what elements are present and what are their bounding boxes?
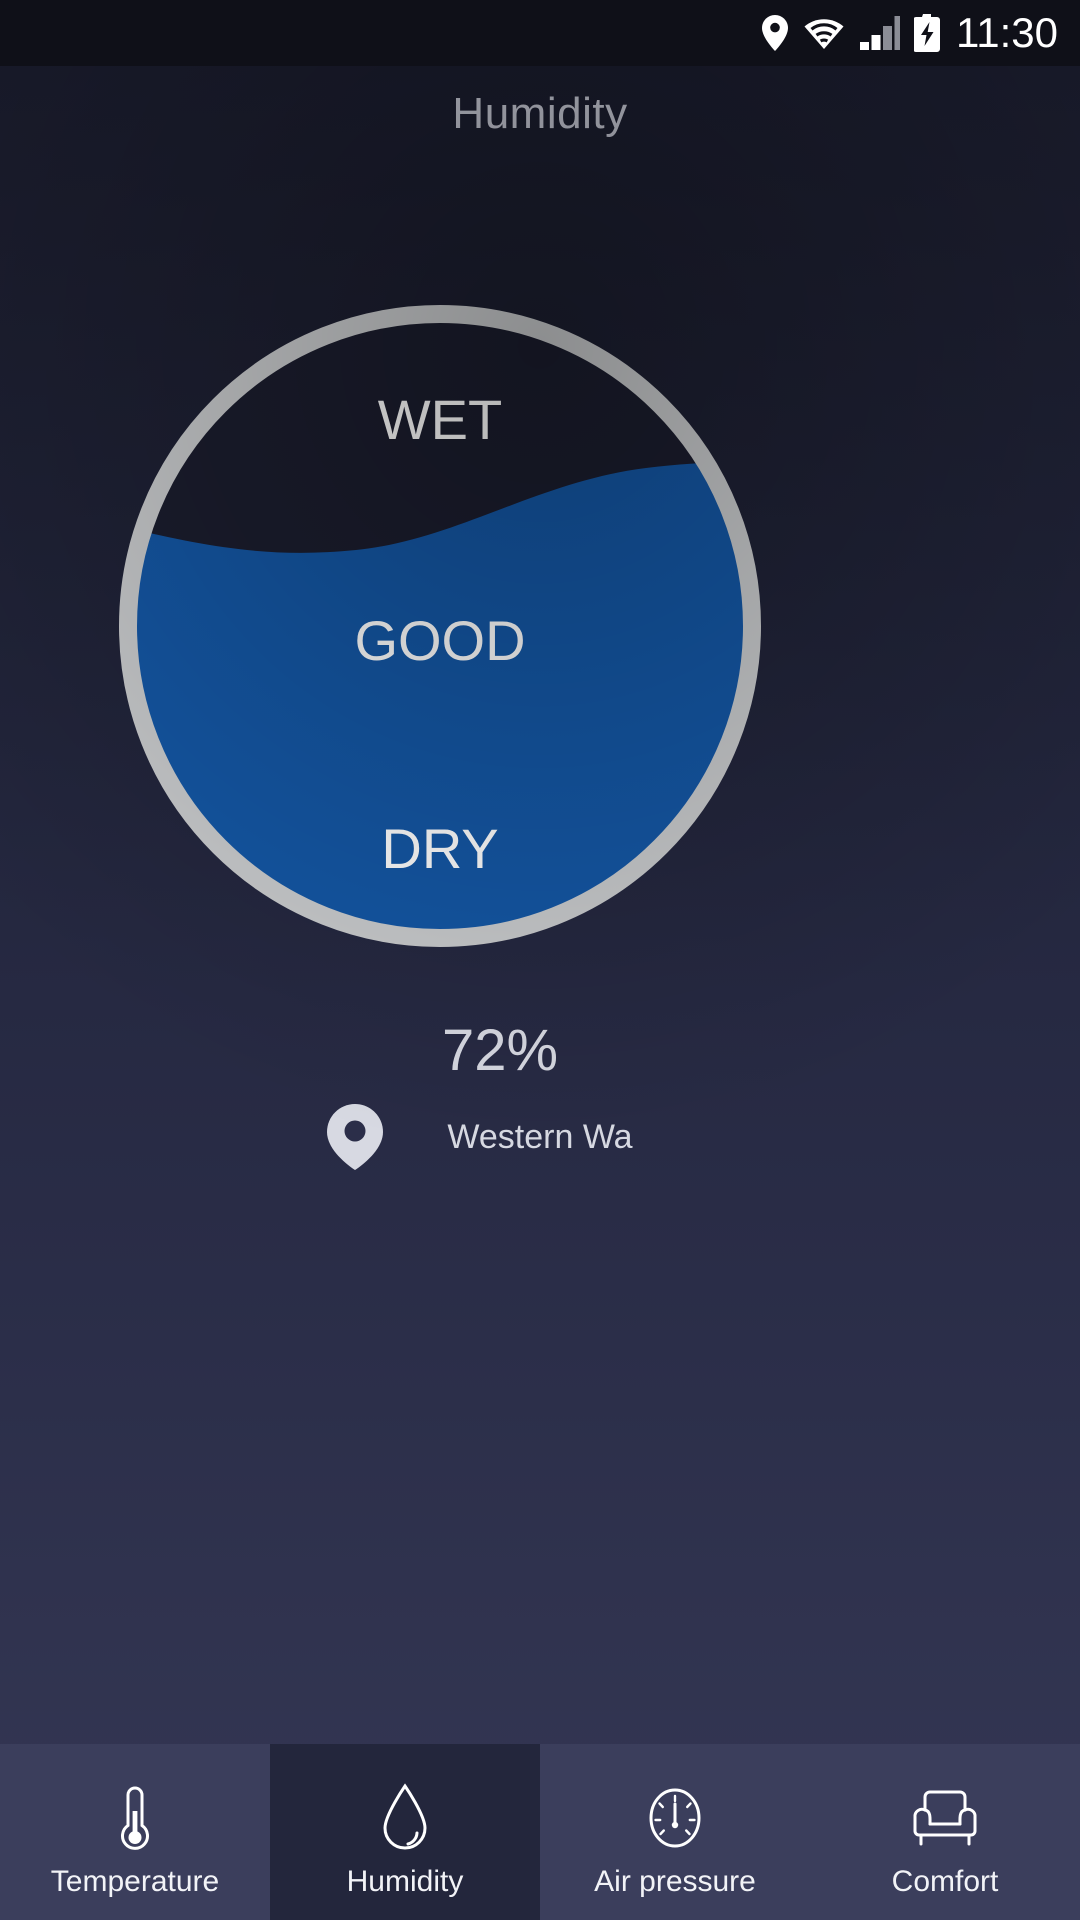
tab-label-humidity: Humidity (346, 1865, 464, 1898)
location-pin-icon (762, 15, 788, 51)
humidity-value: 72 (441, 1018, 507, 1083)
bottom-tab-bar: Temperature Humidity Air pressure Comfor… (0, 1744, 1080, 1920)
location-row[interactable]: Western Wa (0, 1104, 1080, 1170)
status-bar-clock: 11:30 (956, 9, 1058, 56)
water-droplet-icon (379, 1781, 431, 1855)
tab-label-temperature: Temperature (50, 1865, 220, 1898)
location-pin-icon (327, 1104, 384, 1170)
tab-temperature[interactable]: Temperature (0, 1744, 270, 1920)
humidity-gauge[interactable]: WET GOOD DRY (106, 292, 774, 960)
humidity-gauge-svg: WET GOOD DRY (119, 305, 761, 947)
tab-label-air-pressure: Air pressure (594, 1865, 756, 1898)
thermometer-icon (112, 1781, 158, 1855)
location-name: Western Wa (447, 1118, 633, 1156)
status-bar-icons (762, 14, 940, 52)
tab-label-comfort: Comfort (891, 1865, 999, 1898)
barometer-gauge-icon (645, 1781, 705, 1855)
humidity-percent-readout: 72% (0, 1022, 1080, 1080)
gauge-label-dry: DRY (381, 817, 498, 880)
tab-comfort[interactable]: Comfort (810, 1744, 1080, 1920)
tab-air-pressure[interactable]: Air pressure (540, 1744, 810, 1920)
tab-humidity[interactable]: Humidity (270, 1744, 540, 1920)
armchair-icon (909, 1781, 981, 1855)
gauge-label-wet: WET (378, 388, 502, 451)
battery-charging-icon (914, 14, 940, 52)
app-screen: 11:30 Humidity WET GOOD DRY 72% Western … (0, 0, 1080, 1920)
wifi-icon (802, 16, 846, 50)
page-title: Humidity (452, 89, 628, 138)
status-bar: 11:30 (0, 0, 1080, 66)
gauge-label-good: GOOD (354, 609, 525, 672)
humidity-unit: % (506, 1018, 559, 1083)
cellular-signal-icon (860, 16, 900, 50)
